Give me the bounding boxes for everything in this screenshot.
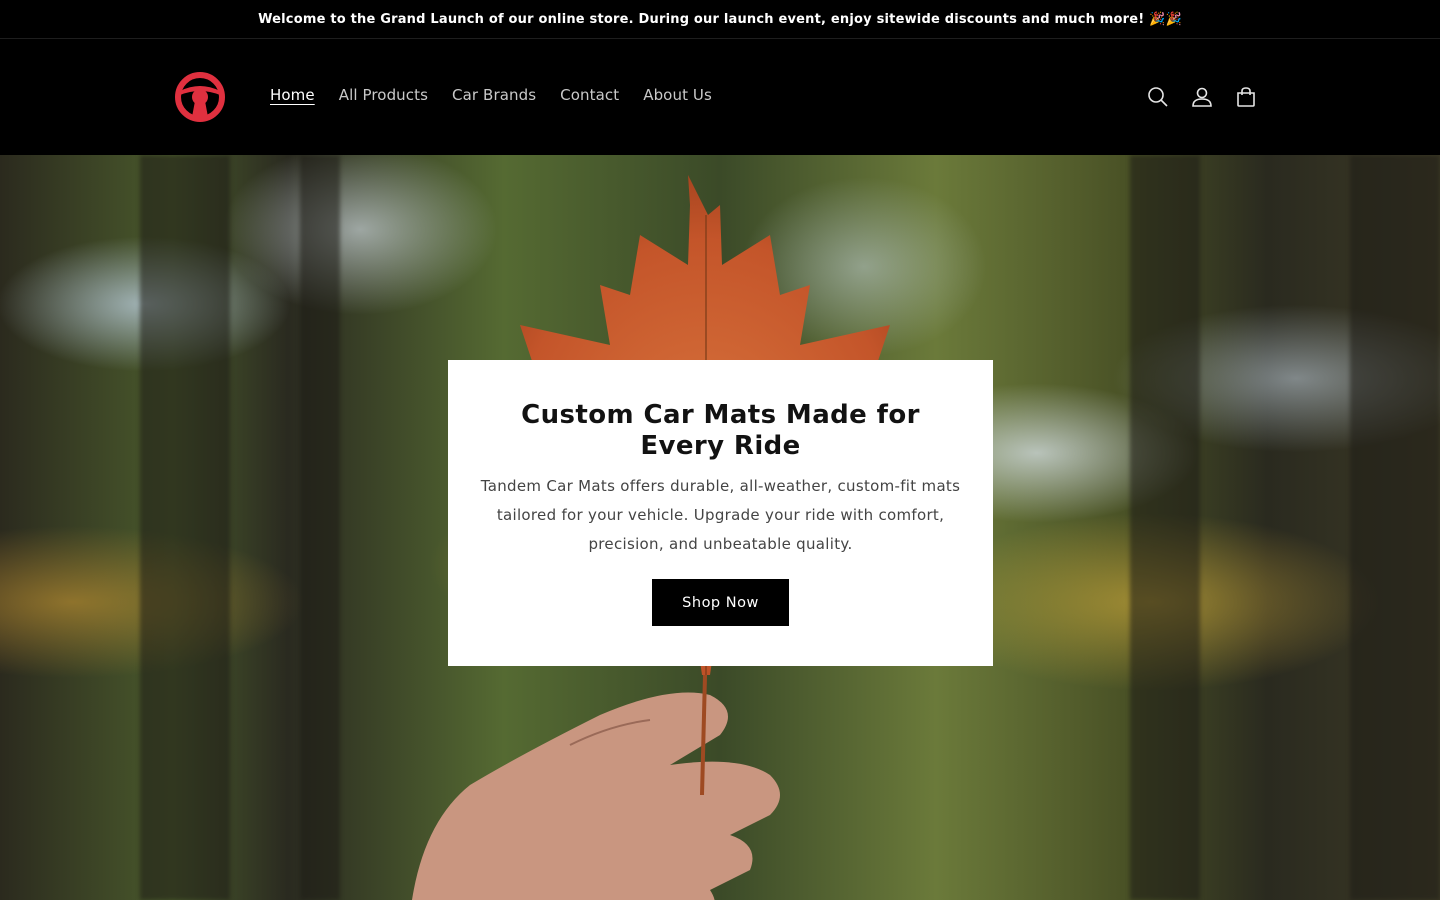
- tree-trunk-right: [1130, 155, 1200, 900]
- shop-now-button[interactable]: Shop Now: [652, 579, 789, 626]
- hand-image: [412, 675, 780, 900]
- logo-link[interactable]: [174, 71, 226, 123]
- tree-trunk-far-right: [1350, 155, 1440, 900]
- hero-description: Tandem Car Mats offers durable, all-weat…: [480, 477, 961, 553]
- hero-card: Custom Car Mats Made for Every Ride Tand…: [448, 360, 993, 666]
- main-nav: Home All Products Car Brands Contact Abo…: [258, 83, 724, 107]
- cart-icon[interactable]: [1234, 79, 1258, 115]
- nav-about-us[interactable]: About Us: [631, 83, 724, 107]
- tree-trunk-mid: [300, 155, 340, 900]
- nav-home[interactable]: Home: [258, 83, 327, 107]
- account-icon[interactable]: [1190, 79, 1214, 115]
- nav-all-products[interactable]: All Products: [327, 83, 440, 107]
- nav-contact[interactable]: Contact: [548, 83, 631, 107]
- search-icon[interactable]: [1146, 79, 1170, 115]
- nav-car-brands[interactable]: Car Brands: [440, 83, 548, 107]
- hero-banner: Custom Car Mats Made for Every Ride Tand…: [0, 155, 1440, 900]
- steering-wheel-icon: [175, 72, 225, 122]
- header-icons: [1146, 79, 1258, 115]
- announcement-text: Welcome to the Grand Launch of our onlin…: [258, 11, 1182, 27]
- hero-title: Custom Car Mats Made for Every Ride: [521, 400, 920, 461]
- tree-trunk-left: [140, 155, 230, 900]
- announcement-bar: Welcome to the Grand Launch of our onlin…: [0, 0, 1440, 39]
- site-header: Home All Products Car Brands Contact Abo…: [0, 39, 1440, 155]
